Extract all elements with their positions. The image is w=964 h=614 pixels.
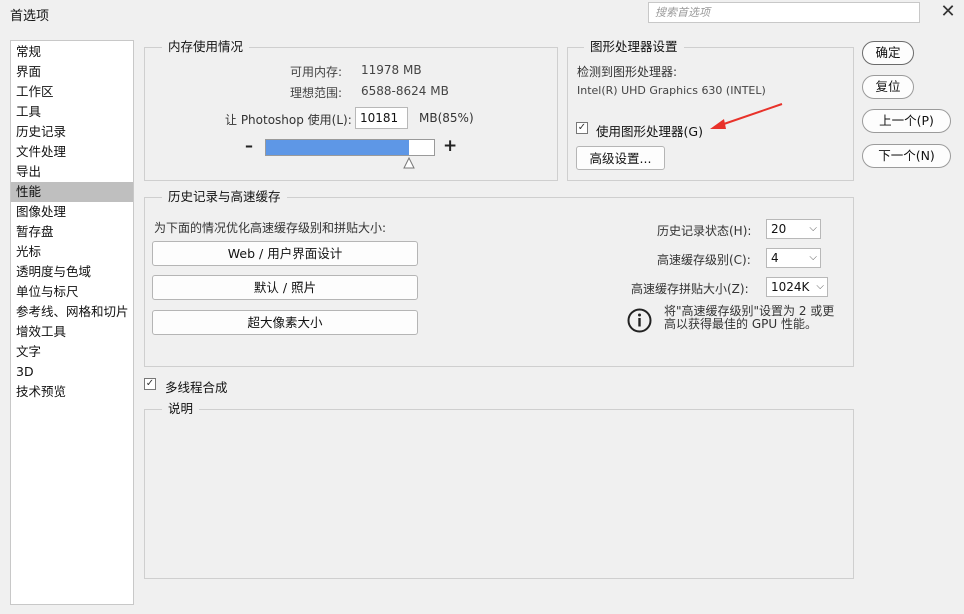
sidebar-item[interactable]: 工作区: [11, 82, 133, 102]
sidebar-item[interactable]: 文件处理: [11, 142, 133, 162]
gpu-detected-label: 检测到图形处理器:: [577, 65, 678, 79]
cache-levels-select[interactable]: 4 ⌵: [766, 248, 821, 268]
memory-slider-handle[interactable]: [403, 156, 415, 169]
sidebar-item[interactable]: 单位与标尺: [11, 282, 133, 302]
close-icon[interactable]: ✕: [938, 2, 958, 22]
cache-levels-value: 4: [771, 251, 779, 265]
red-arrow-annotation: [710, 103, 783, 129]
sidebar-item[interactable]: 界面: [11, 62, 133, 82]
sidebar-item[interactable]: 透明度与色域: [11, 262, 133, 282]
sidebar-item[interactable]: 文字: [11, 342, 133, 362]
history-states-label: 历史记录状态(H):: [657, 224, 752, 238]
ok-button[interactable]: 确定: [862, 41, 914, 65]
sidebar-item[interactable]: 暂存盘: [11, 222, 133, 242]
history-cache-title: 历史记录与高速缓存: [162, 190, 287, 204]
sidebar-item[interactable]: 增效工具: [11, 322, 133, 342]
sidebar-item[interactable]: 导出: [11, 162, 133, 182]
advanced-settings-button[interactable]: 高级设置...: [576, 146, 665, 170]
sidebar-item[interactable]: 参考线、网格和切片: [11, 302, 133, 322]
previous-button[interactable]: 上一个(P): [862, 109, 951, 133]
preset-default-photo-button[interactable]: 默认 / 照片: [152, 275, 418, 300]
description-group: [144, 409, 854, 579]
info-icon: [627, 308, 652, 333]
reset-button[interactable]: 复位: [862, 75, 914, 99]
window-title: 首选项: [10, 9, 50, 24]
chevron-down-icon: ⌵: [809, 252, 817, 263]
info-text-line2: 高以获得最佳的 GPU 性能。: [664, 317, 817, 331]
memory-usage-unit: MB(85%): [419, 111, 474, 125]
gpu-name: Intel(R) UHD Graphics 630 (INTEL): [577, 84, 766, 97]
use-gpu-label[interactable]: 使用图形处理器(G): [596, 121, 703, 140]
optimize-label: 为下面的情况优化高速缓存级别和拼贴大小:: [154, 221, 387, 235]
sidebar-item[interactable]: 3D: [11, 362, 133, 382]
preset-web-ui-button[interactable]: Web / 用户界面设计: [152, 241, 418, 266]
search-input[interactable]: 搜索首选项: [648, 2, 920, 23]
ideal-range-label: 理想范围:: [290, 86, 343, 100]
use-gpu-checkbox[interactable]: ✓: [576, 122, 588, 134]
sidebar-item[interactable]: 图像处理: [11, 202, 133, 222]
sidebar-item[interactable]: 性能: [11, 182, 133, 202]
cache-levels-label: 高速缓存级别(C):: [657, 253, 751, 267]
available-memory-value: 11978 MB: [361, 63, 422, 77]
let-photoshop-use-label: 让 Photoshop 使用(L):: [225, 113, 352, 127]
multithread-label[interactable]: 多线程合成: [165, 377, 228, 396]
chevron-down-icon: ⌵: [809, 223, 817, 234]
cache-tile-size-label: 高速缓存拼贴大小(Z):: [631, 282, 749, 296]
sidebar-item[interactable]: 常规: [11, 42, 133, 62]
sidebar-item[interactable]: 光标: [11, 242, 133, 262]
next-button[interactable]: 下一个(N): [862, 144, 951, 168]
memory-usage-input[interactable]: 10181: [355, 107, 408, 129]
sidebar: 常规 界面 工作区 工具 历史记录 文件处理 导出 性能 图像处理 暂存盘 光标 透明度与色域 单位与标…: [10, 40, 134, 605]
multithread-checkbox[interactable]: ✓: [144, 378, 156, 390]
memory-slider[interactable]: [265, 139, 435, 156]
memory-slider-fill: [266, 140, 409, 155]
sidebar-item[interactable]: 历史记录: [11, 122, 133, 142]
preset-huge-pixel-button[interactable]: 超大像素大小: [152, 310, 418, 335]
chevron-down-icon: ⌵: [816, 281, 824, 292]
history-states-value: 20: [771, 222, 787, 236]
memory-usage-title: 内存使用情况: [162, 40, 250, 54]
cache-tile-size-value: 1024K: [771, 280, 810, 294]
description-title: 说明: [162, 402, 200, 416]
available-memory-label: 可用内存:: [290, 65, 343, 79]
memory-decrease-button[interactable]: –: [245, 138, 253, 154]
memory-increase-button[interactable]: +: [443, 137, 457, 155]
history-states-select[interactable]: 20 ⌵: [766, 219, 821, 239]
ideal-range-value: 6588-8624 MB: [361, 84, 449, 98]
cache-tile-size-select[interactable]: 1024K ⌵: [766, 277, 828, 297]
sidebar-item[interactable]: 技术预览: [11, 382, 133, 402]
sidebar-item[interactable]: 工具: [11, 102, 133, 122]
gpu-settings-title: 图形处理器设置: [584, 40, 684, 54]
